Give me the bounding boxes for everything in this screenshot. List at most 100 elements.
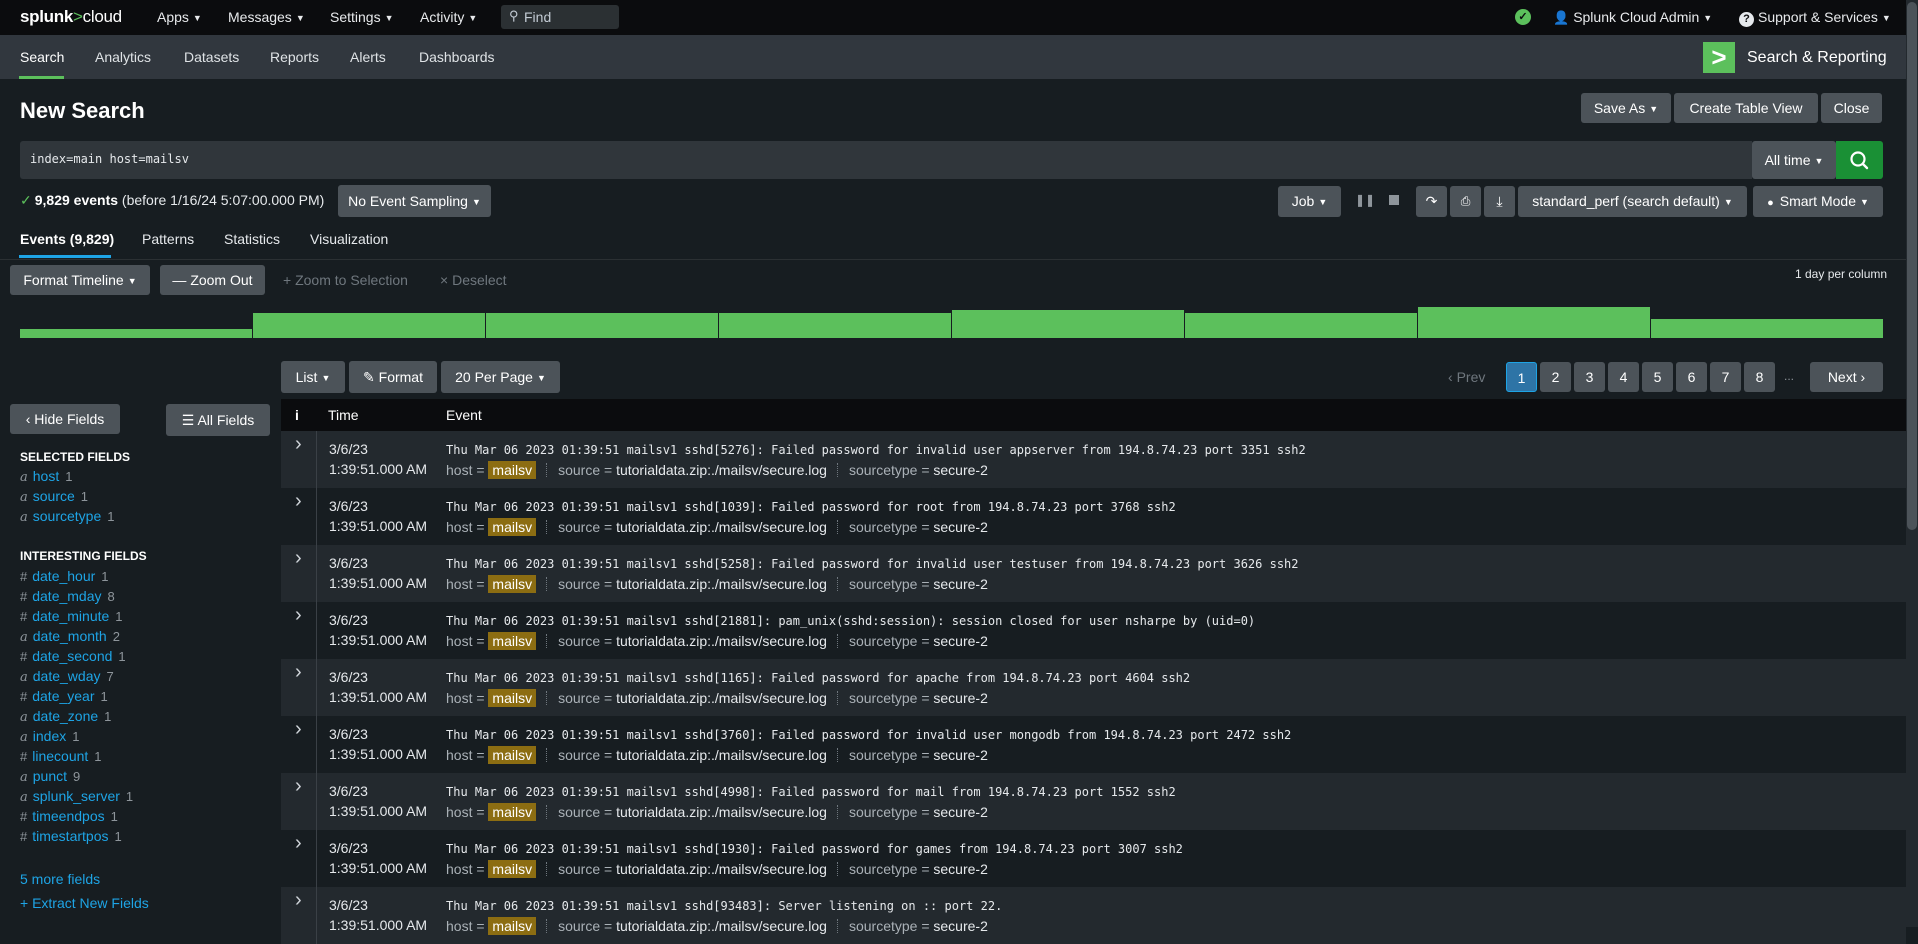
sourcetype-value[interactable]: secure-2 (933, 462, 987, 478)
field-name[interactable]: sourcetype (33, 508, 101, 524)
next-page-button[interactable]: Next › (1810, 362, 1883, 392)
time-column-header[interactable]: Time (328, 407, 359, 423)
expand-row-icon[interactable]: › (295, 832, 302, 855)
expand-row-icon[interactable]: › (295, 661, 302, 684)
deselect-link[interactable]: × Deselect (440, 272, 507, 288)
hide-fields-button[interactable]: ‹ Hide Fields (10, 404, 120, 434)
nav-analytics[interactable]: Analytics (95, 49, 151, 65)
host-value[interactable]: mailsv (488, 461, 537, 479)
field-name[interactable]: timeendpos (32, 808, 104, 824)
field-item[interactable]: # timeendpos 1 (20, 808, 118, 824)
format-timeline-button[interactable]: Format Timeline ▼ (10, 265, 150, 295)
sourcetype-value[interactable]: secure-2 (933, 633, 987, 649)
host-value[interactable]: mailsv (488, 518, 537, 536)
field-name[interactable]: timestartpos (32, 828, 108, 844)
field-name[interactable]: date_zone (33, 708, 98, 724)
field-item[interactable]: a date_month 2 (20, 628, 120, 645)
table-row[interactable]: › 3/6/23 1:39:51.000 AM Thu Mar 06 2023 01:… (281, 830, 1906, 887)
source-value[interactable]: tutorialdata.zip:./mailsv/secure.log (616, 462, 827, 478)
event-timeline[interactable] (20, 304, 1884, 338)
field-name[interactable]: host (33, 468, 59, 484)
expand-row-icon[interactable]: › (295, 490, 302, 513)
field-name[interactable]: date_month (33, 628, 107, 644)
format-button[interactable]: ✎ Format (349, 361, 437, 393)
source-value[interactable]: tutorialdata.zip:./mailsv/secure.log (616, 576, 827, 592)
health-status-icon[interactable]: ✓ (1515, 9, 1531, 25)
host-value[interactable]: mailsv (488, 575, 537, 593)
all-fields-button[interactable]: ☰ All Fields (166, 404, 270, 436)
event-raw-text[interactable]: Thu Mar 06 2023 01:39:51 mailsv1 sshd[11… (446, 671, 1190, 685)
scrollbar-thumb[interactable] (1907, 2, 1917, 530)
nav-search[interactable]: Search (20, 49, 64, 65)
host-value[interactable]: mailsv (488, 803, 537, 821)
field-name[interactable]: date_wday (33, 668, 101, 684)
field-item[interactable]: # date_second 1 (20, 648, 126, 664)
sourcetype-value[interactable]: secure-2 (933, 918, 987, 934)
apps-menu[interactable]: Apps ▼ (157, 9, 202, 25)
zoom-to-selection-link[interactable]: + Zoom to Selection (283, 272, 408, 288)
extract-new-fields-link[interactable]: + Extract New Fields (20, 895, 149, 911)
field-name[interactable]: date_minute (32, 608, 109, 624)
time-range-picker[interactable]: All time ▼ (1752, 141, 1836, 179)
share-icon[interactable]: ↷ (1416, 186, 1447, 217)
host-value[interactable]: mailsv (488, 917, 537, 935)
job-menu[interactable]: Job ▼ (1278, 186, 1341, 217)
event-raw-text[interactable]: Thu Mar 06 2023 01:39:51 mailsv1 sshd[37… (446, 728, 1291, 742)
table-row[interactable]: › 3/6/23 1:39:51.000 AM Thu Mar 06 2023 01:… (281, 602, 1906, 659)
field-name[interactable]: punct (33, 768, 67, 784)
source-value[interactable]: tutorialdata.zip:./mailsv/secure.log (616, 519, 827, 535)
sourcetype-value[interactable]: secure-2 (933, 861, 987, 877)
event-raw-text[interactable]: Thu Mar 06 2023 01:39:51 mailsv1 sshd[49… (446, 785, 1176, 799)
timeline-bar[interactable] (952, 310, 1185, 338)
per-page-dropdown[interactable]: 20 Per Page ▼ (441, 361, 560, 393)
timeline-bar[interactable] (253, 313, 486, 338)
timeline-bar[interactable] (1651, 319, 1884, 338)
host-value[interactable]: mailsv (488, 689, 537, 707)
nav-reports[interactable]: Reports (270, 49, 319, 65)
user-menu[interactable]: 👤 Splunk Cloud Admin ▼ (1553, 9, 1712, 26)
create-table-view-button[interactable]: Create Table View (1674, 93, 1818, 123)
tab-visualization[interactable]: Visualization (310, 231, 388, 247)
table-row[interactable]: › 3/6/23 1:39:51.000 AM Thu Mar 06 2023 01:… (281, 659, 1906, 716)
field-item[interactable]: # timestartpos 1 (20, 828, 122, 844)
expand-row-icon[interactable]: › (295, 547, 302, 570)
settings-menu[interactable]: Settings ▼ (330, 9, 394, 25)
table-row[interactable]: › 3/6/23 1:39:51.000 AM Thu Mar 06 2023 01:… (281, 545, 1906, 602)
close-button[interactable]: Close (1821, 93, 1882, 123)
source-value[interactable]: tutorialdata.zip:./mailsv/secure.log (616, 747, 827, 763)
table-row[interactable]: › 3/6/23 1:39:51.000 AM Thu Mar 06 2023 01:… (281, 716, 1906, 773)
page-6-button[interactable]: 6 (1676, 362, 1707, 392)
search-button[interactable] (1836, 141, 1883, 179)
field-item[interactable]: # date_mday 8 (20, 588, 115, 604)
timeline-bar[interactable] (486, 313, 719, 338)
field-name[interactable]: source (33, 488, 75, 504)
save-as-button[interactable]: Save As ▼ (1581, 93, 1671, 123)
field-item[interactable]: a index 1 (20, 728, 79, 745)
event-raw-text[interactable]: Thu Mar 06 2023 01:39:51 mailsv1 sshd[10… (446, 500, 1176, 514)
expand-row-icon[interactable]: › (295, 889, 302, 912)
table-row[interactable]: › 3/6/23 1:39:51.000 AM Thu Mar 06 2023 01:… (281, 887, 1906, 944)
messages-menu[interactable]: Messages ▼ (228, 9, 305, 25)
field-item[interactable]: a sourcetype 1 (20, 508, 114, 525)
nav-dashboards[interactable]: Dashboards (419, 49, 495, 65)
find-input[interactable]: ⚲ Find (501, 5, 619, 29)
table-row[interactable]: › 3/6/23 1:39:51.000 AM Thu Mar 06 2023 01:… (281, 488, 1906, 545)
field-item[interactable]: a date_wday 7 (20, 668, 114, 685)
field-name[interactable]: linecount (32, 748, 88, 764)
source-value[interactable]: tutorialdata.zip:./mailsv/secure.log (616, 804, 827, 820)
list-view-dropdown[interactable]: List ▼ (281, 361, 345, 393)
sourcetype-value[interactable]: secure-2 (933, 519, 987, 535)
sourcetype-value[interactable]: secure-2 (933, 690, 987, 706)
timeline-bar[interactable] (1418, 307, 1651, 338)
splunk-cloud-logo[interactable]: splunk>cloud (20, 7, 122, 27)
activity-menu[interactable]: Activity ▼ (420, 9, 477, 25)
page-5-button[interactable]: 5 (1642, 362, 1673, 392)
timeline-bar[interactable] (719, 313, 952, 338)
event-raw-text[interactable]: Thu Mar 06 2023 01:39:51 mailsv1 sshd[19… (446, 842, 1183, 856)
field-name[interactable]: splunk_server (33, 788, 120, 804)
host-value[interactable]: mailsv (488, 632, 537, 650)
table-row[interactable]: › 3/6/23 1:39:51.000 AM Thu Mar 06 2023 01:… (281, 431, 1906, 488)
field-item[interactable]: a splunk_server 1 (20, 788, 133, 805)
field-item[interactable]: # date_year 1 (20, 688, 108, 704)
timeline-bar[interactable] (1185, 313, 1418, 338)
